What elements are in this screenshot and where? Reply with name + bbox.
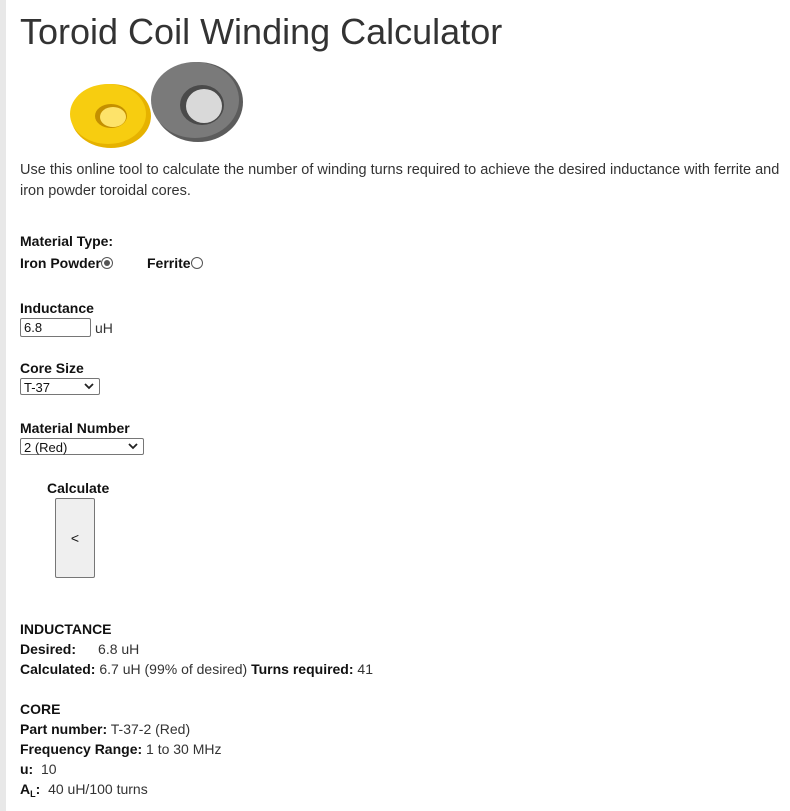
results-core: CORE Part number: T-37-2 (Red) Frequency… [20,699,222,804]
core-size-select[interactable]: T-37 [20,378,100,395]
inductance-unit: uH [95,320,113,336]
calculated-value: 6.7 uH (99% of desired) [99,661,248,677]
turns-value: 41 [357,661,373,677]
inductance-heading: INDUCTANCE [20,621,112,637]
toroid-cores-image [70,62,243,148]
u-value: 10 [41,761,57,777]
chevron-down-icon [128,443,138,450]
left-edge [0,0,6,811]
part-value: T-37-2 (Red) [110,721,191,737]
material-number-select[interactable]: 2 (Red) [20,438,144,455]
calculated-label: Calculated: [20,661,96,677]
inductance-input[interactable]: 6.8 [20,318,91,337]
al-label: AL: [20,781,41,799]
core-heading: CORE [20,701,61,717]
core-size-label: Core Size [20,360,84,376]
frequency-label: Frequency Range: [20,741,143,757]
radio-iron-powder[interactable]: Iron Powder [20,255,113,273]
radio-icon[interactable] [100,257,113,269]
turns-label: Turns required: [251,661,354,677]
frequency-value: 1 to 30 MHz [146,741,222,757]
page-title: Toroid Coil Winding Calculator [20,11,503,52]
inductance-label: Inductance [20,300,94,316]
results-inductance: INDUCTANCE Desired: 6.8 uH Calculated: 6.… [20,619,373,679]
radio-ferrite[interactable]: Ferrite [147,255,203,273]
chevron-down-icon [84,383,94,390]
calculate-label: Calculate [47,480,110,496]
core-size-value: T-37 [24,380,51,395]
part-label: Part number: [20,721,108,737]
intro-text: Use this online tool to calculate the nu… [20,162,780,199]
desired-value: 6.8 uH [98,641,140,657]
u-label: u: [20,761,34,777]
radio-iron-powder-label: Iron Powder [20,255,101,271]
material-number-label: Material Number [20,420,130,436]
al-value: 40 uH/100 turns [48,781,148,797]
radio-icon[interactable] [190,257,203,269]
material-type-label: Material Type: [20,233,114,249]
radio-ferrite-label: Ferrite [147,255,191,271]
material-number-value: 2 (Red) [24,440,68,455]
calculate-button[interactable]: < [55,498,95,578]
desired-label: Desired: [20,641,77,657]
